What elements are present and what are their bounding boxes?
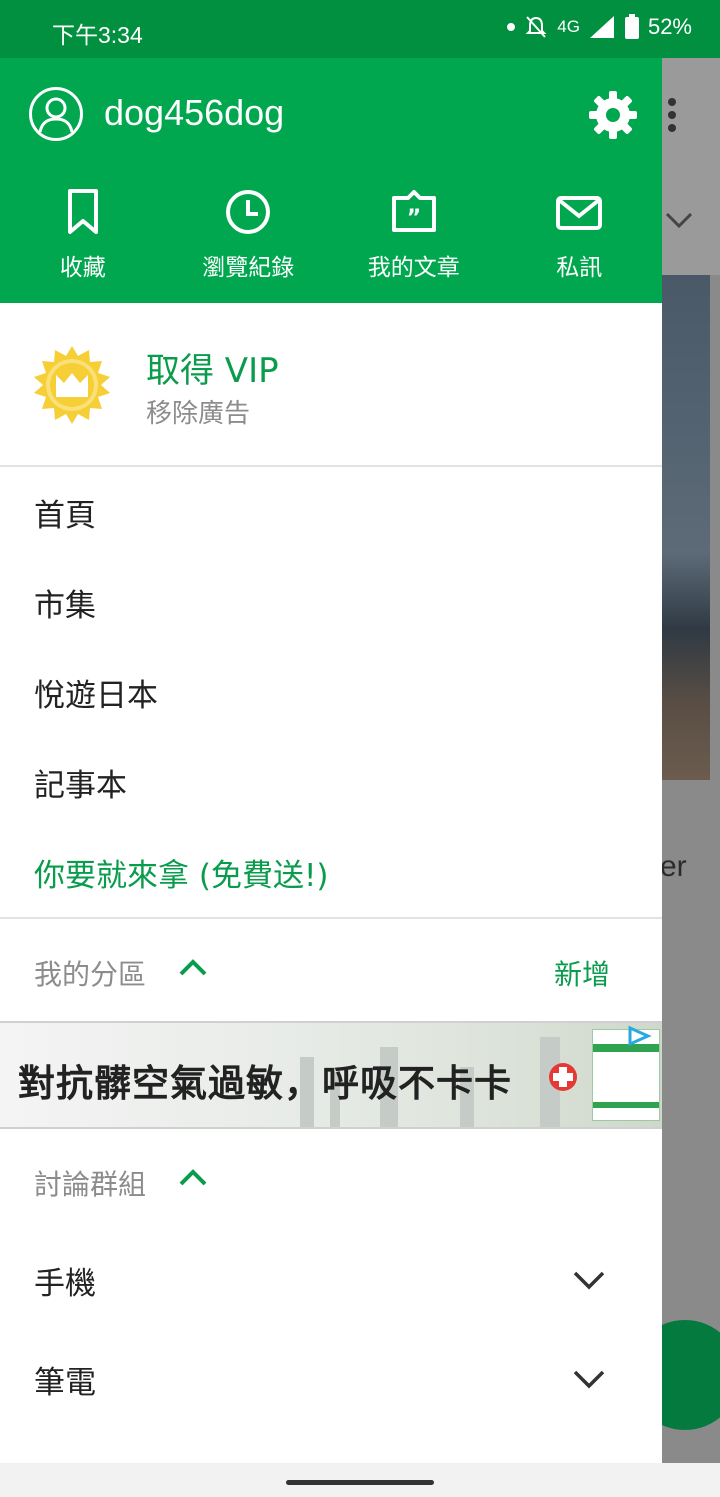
menu-item-home[interactable]: 首頁 xyxy=(0,467,662,557)
vip-promo[interactable]: 取得 VIP 移除廣告 xyxy=(0,303,662,467)
home-gesture-handle[interactable] xyxy=(286,1480,434,1485)
menu-item-free-giveaway[interactable]: 你要就來拿 (免費送!) xyxy=(0,827,662,917)
quick-links: 收藏 瀏覽紀錄 ” 我的文章 私訊 xyxy=(0,188,662,282)
mail-icon xyxy=(556,196,603,230)
chevron-down-icon[interactable] xyxy=(572,1368,606,1390)
vip-crown-badge-icon xyxy=(34,346,110,424)
chevron-up-icon[interactable] xyxy=(178,1167,208,1187)
quick-link-my-articles[interactable]: ” 我的文章 xyxy=(331,188,497,282)
menu-item-market[interactable]: 市集 xyxy=(0,557,662,647)
groups-header: 討論群組 xyxy=(0,1129,662,1231)
background-photo xyxy=(662,275,710,780)
background-text: er xyxy=(660,850,687,883)
group-label: 筆電 xyxy=(34,1365,96,1401)
system-navigation-bar xyxy=(0,1463,720,1497)
quick-link-history[interactable]: 瀏覽紀錄 xyxy=(166,188,332,282)
adchoices-icon[interactable] xyxy=(624,1025,654,1047)
vip-subtitle: 移除廣告 xyxy=(146,399,251,429)
notification-dot-icon xyxy=(507,23,516,31)
main-menu: 首頁 市集 悅遊日本 記事本 你要就來拿 (免費送!) xyxy=(0,467,662,917)
ad-cross-logo-icon xyxy=(549,1063,577,1091)
add-section-button[interactable]: 新增 xyxy=(554,953,610,993)
groups-title: 討論群組 xyxy=(34,1168,147,1201)
overflow-menu-icon xyxy=(668,98,682,137)
quick-link-label: 瀏覽紀錄 xyxy=(202,255,295,281)
status-time: 下午3:34 xyxy=(52,22,143,48)
article-icon: ” xyxy=(391,190,436,232)
profile-avatar-icon[interactable] xyxy=(28,86,84,142)
menu-item-notebook[interactable]: 記事本 xyxy=(0,737,662,827)
quick-link-label: 收藏 xyxy=(59,255,106,281)
battery-icon xyxy=(624,14,639,39)
quick-link-label: 我的文章 xyxy=(367,255,460,281)
my-sections-title: 我的分區 xyxy=(34,958,147,991)
signal-icon xyxy=(589,16,614,38)
group-item-cameras[interactable]: 相機 xyxy=(0,1429,662,1463)
chevron-up-icon[interactable] xyxy=(178,957,208,977)
quick-link-label: 私訊 xyxy=(556,255,603,281)
settings-gear-icon[interactable] xyxy=(588,90,638,140)
group-label: 手機 xyxy=(34,1266,96,1302)
battery-percent: 52% xyxy=(647,14,692,39)
chevron-down-icon[interactable] xyxy=(572,1269,606,1291)
vip-title: 取得 VIP xyxy=(146,351,279,391)
background-chevron-icon xyxy=(665,212,693,229)
navigation-drawer: dog456dog 收藏 瀏覽紀錄 ” 我的文章 私訊 取得 VIP 移除廣告 … xyxy=(0,58,662,1463)
bookmark-icon xyxy=(67,189,98,234)
status-bar: 下午3:34 4G 52% xyxy=(0,0,720,58)
network-type: 4G xyxy=(557,17,580,36)
my-sections-header: 我的分區 新增 xyxy=(0,919,662,1021)
quick-link-messages[interactable]: 私訊 xyxy=(497,188,663,282)
group-item-phones[interactable]: 手機 xyxy=(0,1231,662,1330)
clock-icon xyxy=(226,190,271,234)
ad-text: 對抗髒空氣過敏，呼吸不卡卡 xyxy=(18,1062,512,1105)
quick-link-bookmarks[interactable]: 收藏 xyxy=(0,188,166,282)
group-label: 相機 xyxy=(34,1456,96,1463)
username[interactable]: dog456dog xyxy=(104,92,284,134)
menu-item-japan-travel[interactable]: 悅遊日本 xyxy=(0,647,662,737)
group-item-laptops[interactable]: 筆電 xyxy=(0,1330,662,1429)
ad-banner[interactable]: 對抗髒空氣過敏，呼吸不卡卡 xyxy=(0,1021,662,1129)
drawer-header: dog456dog 收藏 瀏覽紀錄 ” 我的文章 私訊 xyxy=(0,58,662,303)
svg-text:”: ” xyxy=(407,206,421,231)
muted-bell-icon xyxy=(525,16,547,38)
status-icons: 4G 52% xyxy=(507,14,692,40)
